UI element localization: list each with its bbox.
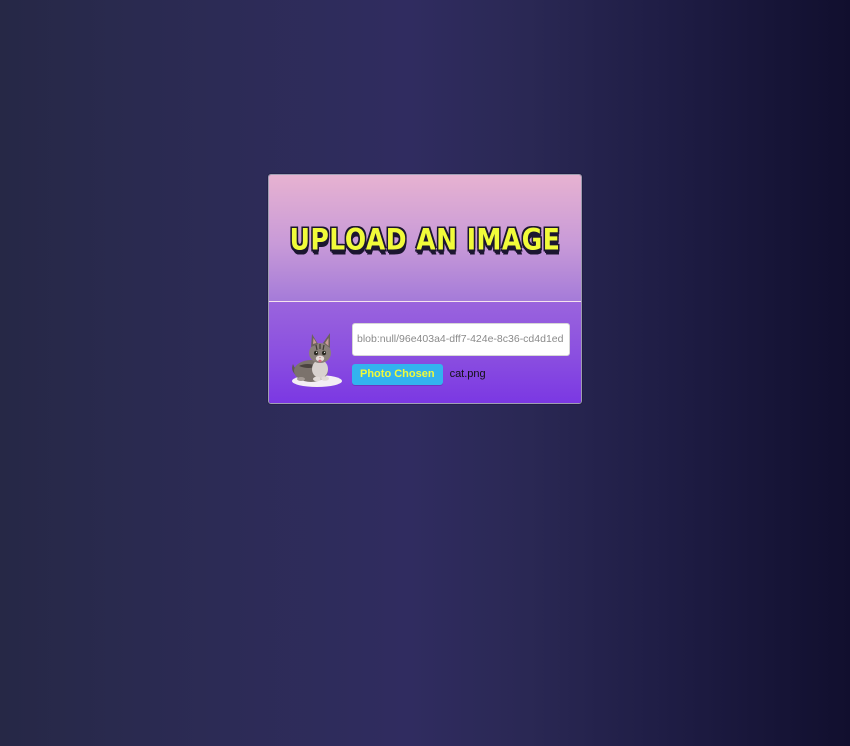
- image-url-input[interactable]: blob:null/96e403a4-dff7-424e-8c36-cd4d1e…: [352, 323, 570, 356]
- cat-image-icon: [292, 333, 342, 387]
- upload-card-body: blob:null/96e403a4-dff7-424e-8c36-cd4d1e…: [269, 302, 581, 403]
- page-title: UPLOAD AN IMAGE: [289, 221, 561, 257]
- upload-card-header: UPLOAD AN IMAGE: [269, 175, 581, 302]
- choose-photo-button[interactable]: Photo Chosen: [352, 363, 443, 385]
- chosen-file-name: cat.png: [449, 368, 486, 380]
- upload-card: UPLOAD AN IMAGE blob:null/96e403a4-dff7-…: [268, 174, 582, 404]
- file-chooser: Photo Chosen cat.png: [352, 363, 486, 385]
